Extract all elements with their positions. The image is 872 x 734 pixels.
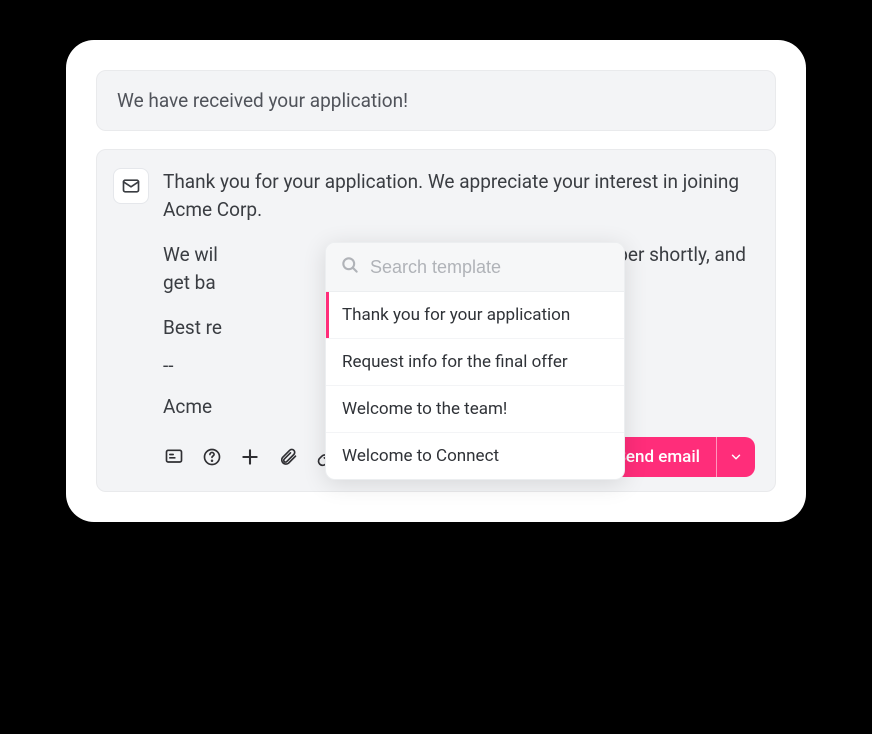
template-item-label: Request info for the final offer [342,352,568,372]
template-item-welcome-team[interactable]: Welcome to the team! [326,386,624,433]
attachment-icon[interactable] [277,446,299,468]
mail-icon [113,168,149,204]
template-search-input[interactable] [370,257,610,278]
subject-text: We have received your application! [117,89,408,112]
body-paragraph-1: Thank you for your application. We appre… [163,168,749,223]
template-item-welcome-connect[interactable]: Welcome to Connect [326,433,624,479]
template-item-label: Welcome to the team! [342,399,507,419]
search-icon [340,255,360,279]
send-email-dropdown[interactable] [716,437,755,477]
help-icon[interactable] [201,446,223,468]
compose-card: We have received your application! Thank… [66,40,806,522]
template-popover: Thank you for your application Request i… [325,242,625,480]
subject-field[interactable]: We have received your application! [96,70,776,131]
plus-icon[interactable] [239,446,261,468]
formatting-icon[interactable] [163,446,185,468]
email-editor: Thank you for your application. We appre… [96,149,776,492]
template-search-row [326,243,624,292]
template-item-thank-you[interactable]: Thank you for your application [326,292,624,339]
template-item-label: Thank you for your application [342,305,570,325]
template-item-request-info[interactable]: Request info for the final offer [326,339,624,386]
template-item-label: Welcome to Connect [342,446,499,466]
